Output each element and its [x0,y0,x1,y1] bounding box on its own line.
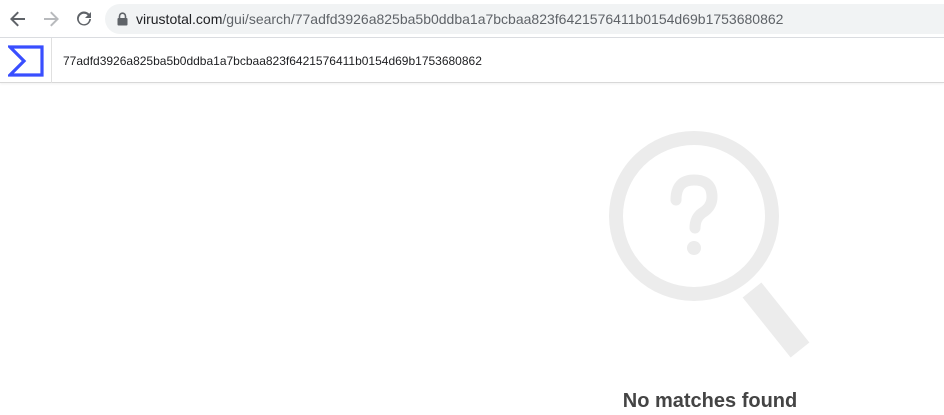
virustotal-header [0,38,944,83]
url-text: virustotal.com/gui/search/77adfd3926a825… [136,11,783,27]
no-results-illustration [604,130,814,365]
address-bar[interactable]: virustotal.com/gui/search/77adfd3926a825… [105,4,944,34]
url-path: /gui/search/77adfd3926a825ba5b0ddba1a7bc… [222,11,784,27]
back-button[interactable] [6,7,30,31]
forward-button[interactable] [39,7,63,31]
browser-toolbar: virustotal.com/gui/search/77adfd3926a825… [0,0,944,38]
arrow-left-icon [10,11,25,27]
search-input[interactable] [52,38,944,83]
reload-button[interactable] [72,7,96,31]
lock-icon [117,12,128,26]
no-matches-message: No matches found [622,390,798,412]
magnifier-question-icon [609,131,810,358]
reload-icon [77,11,91,26]
arrow-right-icon [44,11,59,27]
virustotal-logo[interactable] [0,38,52,83]
virustotal-sigma-logo-icon [7,44,44,77]
url-domain: virustotal.com [136,11,223,27]
